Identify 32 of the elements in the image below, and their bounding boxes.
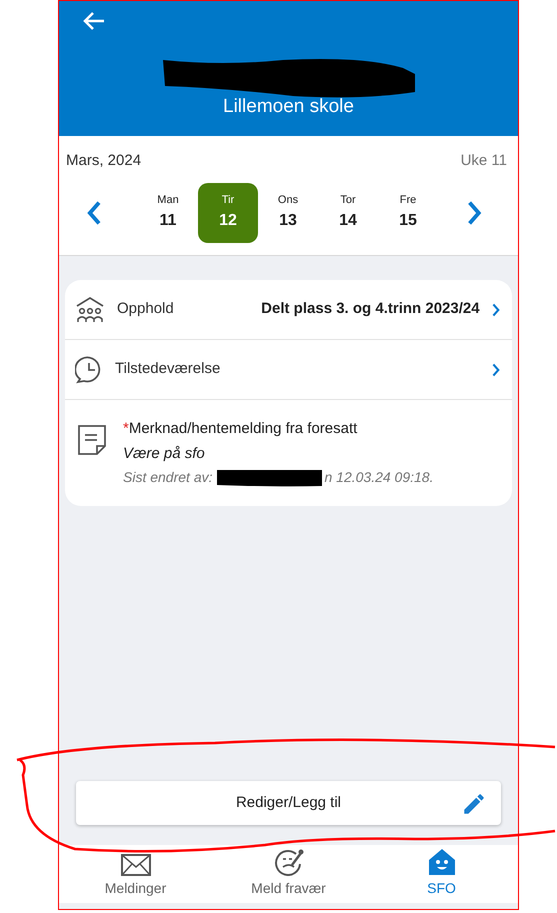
month-label: Mars, 2024 [66,151,142,171]
day-button[interactable]: Ons 13 [258,182,318,242]
row-label: Opphold [117,299,174,320]
info-row[interactable]: Tilstedeværelse [65,340,512,400]
previous-week-icon[interactable] [86,200,102,226]
edited-timestamp: n 12.03.24 09:18. [324,468,434,487]
edit-button[interactable]: Rediger/Legg til [76,781,501,825]
house-people-icon [75,296,105,324]
envelope-icon [120,854,150,876]
nav-tab[interactable]: SFO [365,845,518,903]
next-week-icon[interactable] [466,200,482,226]
chevron-right-icon[interactable] [492,362,500,376]
nav-tab[interactable]: Meldinger [59,845,212,903]
face-pen-icon [274,848,304,876]
week-label: Uke 11 [460,151,507,171]
note-title: *Merknad/hentemelding fra foresatt [123,419,358,439]
row-label: Tilstedeværelse [115,359,220,380]
edited-by-label: Sist endret av: [123,468,212,487]
row-value: Delt plass 3. og 4.trinn 2023/24 [261,299,480,320]
nav-tab[interactable]: Meld fravær [212,845,365,903]
note-text: Være på sfo [123,444,206,464]
note-icon [77,424,107,456]
school-name: Lillemoen skole [223,95,354,119]
day-button[interactable]: Tor 14 [318,182,378,242]
back-arrow-icon[interactable] [83,11,105,31]
day-button[interactable]: Man 11 [138,182,198,242]
info-row[interactable]: Opphold Delt plass 3. og 4.trinn 2023/24 [65,280,512,340]
day-button[interactable]: Fre 15 [378,182,438,242]
smiling-house-icon [428,848,456,876]
day-button[interactable]: Tir 12 [198,182,258,242]
chevron-right-icon[interactable] [492,302,500,316]
clock-icon [75,356,103,384]
